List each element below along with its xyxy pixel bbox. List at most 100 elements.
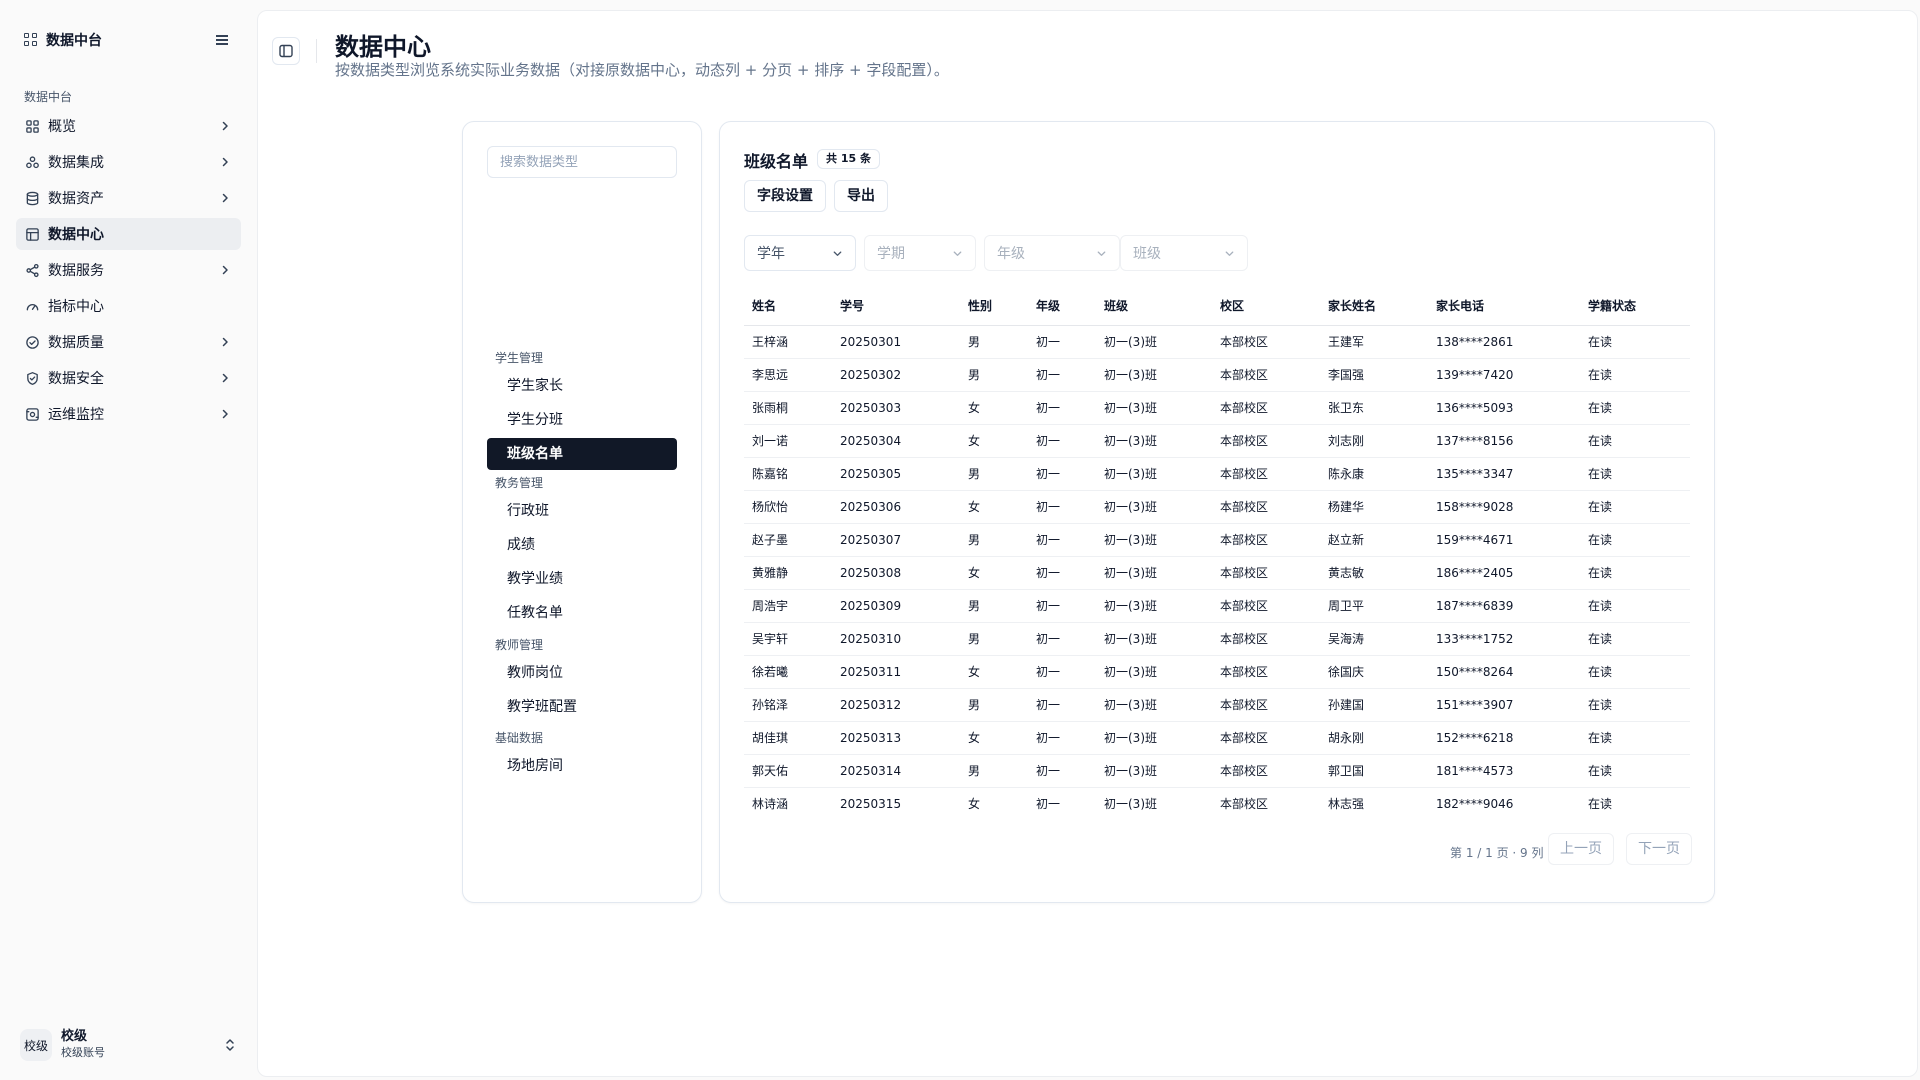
table-cell: 刘一诺	[744, 424, 832, 458]
sidebar-item-integration[interactable]: 数据集成	[16, 146, 241, 178]
sidebar-item-shield-check[interactable]: 数据安全	[16, 362, 241, 394]
table-cell: 在读	[1580, 490, 1690, 524]
data-type-item[interactable]: 教师岗位	[487, 657, 677, 689]
table-row[interactable]: 杨欣怡 20250306 女初一 初一(3)班 本部校区 杨建华 158****9028 在读	[744, 490, 1690, 524]
column-header[interactable]: 学籍状态	[1580, 287, 1690, 326]
data-type-item[interactable]: 任教名单	[487, 597, 677, 629]
header-divider	[316, 39, 317, 63]
table-row[interactable]: 赵子墨 20250307 男初一 初一(3)班 本部校区 赵立新 159****4671 在读	[744, 523, 1690, 557]
table-row[interactable]: 胡佳琪 20250313 女初一 初一(3)班 本部校区 胡永刚 152****6218 在读	[744, 721, 1690, 755]
table-row[interactable]: 张雨桐 20250303 女初一 初一(3)班 本部校区 张卫东 136****5093 在读	[744, 391, 1690, 425]
data-type-item[interactable]: 教学业绩	[487, 563, 677, 595]
table-row[interactable]: 孙铭泽 20250312 男初一 初一(3)班 本部校区 孙建国 151****3907 在读	[744, 688, 1690, 722]
main-content: 数据中心 按数据类型浏览系统实际业务数据（对接原数据中心，动态列 + 分页 + …	[257, 10, 1918, 1077]
data-type-item[interactable]: 学生分班	[487, 404, 677, 436]
table-cell: 初一	[1028, 589, 1096, 623]
table-cell: 181****4573	[1428, 754, 1580, 788]
filter-select[interactable]: 学年	[744, 235, 856, 271]
sidebar-item-dashboard[interactable]: 概览	[16, 110, 241, 142]
data-type-item[interactable]: 成绩	[487, 529, 677, 561]
table-cell: 男	[960, 457, 1028, 491]
brand[interactable]: 数据中台	[24, 30, 230, 50]
table-cell: 初一(3)班	[1096, 655, 1212, 689]
field-settings-button[interactable]: 字段设置	[744, 180, 826, 212]
column-header[interactable]: 校区	[1212, 287, 1320, 326]
menu-icon[interactable]	[216, 34, 230, 46]
table-cell: 在读	[1580, 523, 1690, 557]
table-cell: 150****8264	[1428, 655, 1580, 689]
table-row[interactable]: 郭天佑 20250314 男初一 初一(3)班 本部校区 郭卫国 181****4573 在读	[744, 754, 1690, 788]
column-header[interactable]: 家长姓名	[1320, 287, 1428, 326]
filter-select[interactable]: 班级	[1120, 235, 1248, 271]
sidebar-item-gauge[interactable]: 指标中心	[16, 290, 241, 322]
sidebar-item-share[interactable]: 数据服务	[16, 254, 241, 286]
search-data-type-input[interactable]	[487, 146, 677, 178]
table-cell: 182****9046	[1436, 796, 1514, 811]
table-cell: 在读	[1580, 325, 1690, 359]
dashboard-icon	[24, 118, 40, 134]
table-cell: 159****4671	[1428, 523, 1580, 557]
column-header[interactable]: 班级	[1096, 287, 1212, 326]
table-cell: 186****2405	[1428, 556, 1580, 590]
column-header[interactable]: 姓名	[744, 287, 832, 326]
export-button[interactable]: 导出	[834, 180, 888, 212]
table-cell: 在读	[1580, 391, 1690, 425]
table-row[interactable]: 吴宇轩 20250310 男初一 初一(3)班 本部校区 吴海涛 133****1752 在读	[744, 622, 1690, 656]
sidebar-item-monitor[interactable]: 运维监控	[16, 398, 241, 430]
table-row[interactable]: 林诗涵 20250315 女 初一 初一(3)班 本部校区 林志强 182****9046 在读	[744, 787, 1690, 820]
table-row[interactable]: 陈嘉铭 20250305 男初一 初一(3)班 本部校区 陈永康 135****3347 在读	[744, 457, 1690, 491]
table-cell: 20250310	[832, 622, 960, 656]
table-cell: 孙建国	[1320, 688, 1428, 722]
table-row[interactable]: 李思远 20250302 男初一 初一(3)班 本部校区 李国强 139****7420 在读	[744, 358, 1690, 392]
user-switcher[interactable]: 校级 校级 校级账号	[20, 1026, 236, 1064]
data-type-item[interactable]: 行政班	[487, 495, 677, 527]
user-name: 校级	[61, 1029, 88, 1044]
table-cell: 陈嘉铭	[744, 457, 832, 491]
table-row[interactable]: 周浩宇 20250309 男初一 初一(3)班 本部校区 周卫平 187****6839 在读	[744, 589, 1690, 623]
table-cell: 陈永康	[1320, 457, 1428, 491]
chevron-down-icon	[833, 250, 842, 256]
column-header[interactable]: 家长电话	[1428, 287, 1580, 326]
sidebar-item-table[interactable]: 数据中心	[16, 218, 241, 250]
prev-page-button[interactable]: 上一页	[1548, 833, 1614, 865]
table-cell: 初一(3)班	[1096, 721, 1212, 755]
table-cell: 在读	[1580, 556, 1690, 590]
table-cell: 在读	[1580, 622, 1690, 656]
table-cell: 张卫东	[1320, 391, 1428, 425]
table-cell: 周卫平	[1320, 589, 1428, 623]
data-type-item[interactable]: 场地房间	[487, 750, 677, 782]
filter-select[interactable]: 学期	[864, 235, 976, 271]
table-cell: 本部校区	[1212, 391, 1320, 425]
column-header[interactable]: 性别	[960, 287, 1028, 326]
nav-group-label: 数据中台	[24, 90, 73, 104]
table-cell: 初一(3)班	[1096, 457, 1212, 491]
sidebar-item-database[interactable]: 数据资产	[16, 182, 241, 214]
table-row[interactable]: 黄雅静 20250308 女初一 初一(3)班 本部校区 黄志敏 186****2405 在读	[744, 556, 1690, 590]
column-header[interactable]: 年级	[1028, 287, 1096, 326]
table-cell: 20250302	[832, 358, 960, 392]
table-cell: 136****5093	[1428, 391, 1580, 425]
table-row[interactable]: 王梓涵 20250301 男初一 初一(3)班 本部校区 王建军 138****2861 在读	[744, 325, 1690, 359]
type-group-label: 教务管理	[495, 476, 544, 490]
table-row[interactable]: 徐若曦 20250311 女初一 初一(3)班 本部校区 徐国庆 150****8264 在读	[744, 655, 1690, 689]
data-type-item[interactable]: 班级名单	[487, 438, 677, 470]
data-type-item[interactable]: 学生家长	[487, 370, 677, 402]
user-account: 校级账号	[61, 1046, 105, 1059]
sidebar-item-check-circle[interactable]: 数据质量	[16, 326, 241, 358]
table-cell: 周浩宇	[744, 589, 832, 623]
table-row[interactable]: 刘一诺 20250304 女初一 初一(3)班 本部校区 刘志刚 137****8156 在读	[744, 424, 1690, 458]
chevron-right-icon	[222, 157, 228, 167]
data-type-item[interactable]: 教学班配置	[487, 691, 677, 723]
sidebar-toggle-button[interactable]	[272, 37, 300, 65]
table-cell: 初一	[1028, 490, 1096, 524]
table-cell: 初一(3)班	[1096, 523, 1212, 557]
table-cell: 女	[960, 490, 1028, 524]
sidebar: 数据中台 数据中台 概览数据集成数据资产数据中心数据服务指标中心数据质量数据安全…	[0, 0, 256, 1080]
filter-select[interactable]: 年级	[984, 235, 1120, 271]
table-cell: 男	[960, 688, 1028, 722]
table-cell: 初一	[1028, 457, 1096, 491]
table-cell: 初一(3)班	[1096, 589, 1212, 623]
table-cell: 在读	[1588, 797, 1613, 812]
column-header[interactable]: 学号	[832, 287, 960, 326]
next-page-button[interactable]: 下一页	[1626, 833, 1692, 865]
